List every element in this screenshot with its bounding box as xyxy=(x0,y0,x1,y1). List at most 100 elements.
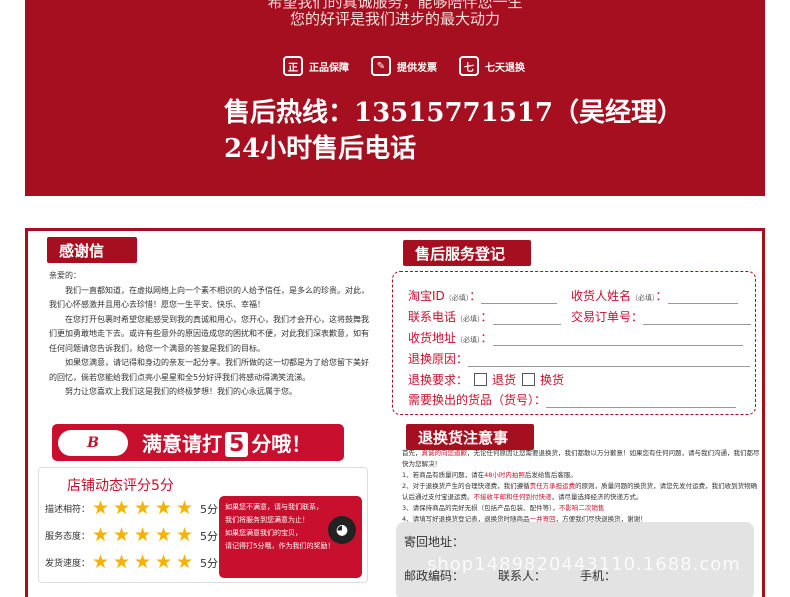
field-label: 收货人姓名 xyxy=(571,289,632,303)
notice-item: 2、对于退换货产生的合理快递费，我们遵循责任方承担运费的原则，质量问题的换货货，… xyxy=(402,481,762,503)
field-receiver-name[interactable]: 收货人姓名（必填）： xyxy=(571,287,738,304)
genuine-icon: 正 xyxy=(283,56,303,76)
field-address[interactable]: 收货地址（必填）： xyxy=(408,329,743,346)
rate-text-before: 满意请打 xyxy=(142,432,222,456)
field-order-no[interactable]: 交易订单号： xyxy=(571,308,752,325)
rate-five-banner: B 满意请打 5 分哦！ xyxy=(52,424,344,461)
star-rating: ★ ★ ★ ★ ★ xyxy=(91,526,194,545)
field-label: 联系电话 xyxy=(408,310,457,324)
notice-highlight: 不接收平邮和任何到付快递 xyxy=(473,493,552,501)
banner-slogan-2: 您的好评是我们进步的最大动力 xyxy=(289,10,500,28)
hotline-24h-text: 24小时售后电话 xyxy=(224,134,417,164)
star-icon: ★ xyxy=(112,524,131,546)
exchange-label: 换货 xyxy=(540,373,565,387)
badge-label: 提供发票 xyxy=(397,62,437,74)
after-sales-banner: 希望我们的真诚服务，能够陪伴您一生 您的好评是我们进步的最大动力 正 正品保障 … xyxy=(25,0,765,196)
notice-text: 首先， xyxy=(402,449,422,457)
rate-text-after: 分哦！ xyxy=(251,432,312,456)
field-phone[interactable]: 联系电话（必填）： xyxy=(408,308,561,325)
letter-paragraph: 在您打开包裹时希望您能感受到我的真诚和用心，您开心，我们才会开心，这将鼓舞我们更… xyxy=(49,314,369,353)
required-mark: （必填） xyxy=(631,294,656,302)
star-icon: ★ xyxy=(133,551,152,573)
star-icon: ★ xyxy=(154,524,173,546)
letter-paragraph: 如果您满意，请记得和身边的亲友一起分享。我们所做的这一切都是为了给您留下美好的回… xyxy=(49,358,369,382)
after-sales-card: 感谢信 亲爱的： 我们一直都知道，在虚拟网络上向一个素不相识的人给予信任，是多么… xyxy=(25,228,765,597)
score-value: 5分 xyxy=(200,502,218,516)
field-label: 收货地址 xyxy=(408,331,457,345)
return-notice: 首先，真诚的向您道歉，无论任何原因让您需要退换货，我们都散以万分歉意！如果您有任… xyxy=(402,448,762,525)
letter-greeting: 亲爱的： xyxy=(49,271,81,280)
star-icon: ★ xyxy=(175,497,194,519)
return-address-label: 寄回地址： xyxy=(404,535,465,549)
required-mark: （必填） xyxy=(456,336,481,344)
star-icon: ★ xyxy=(112,497,131,519)
field-goods[interactable]: 需要换出的货品（货号）： xyxy=(408,391,737,408)
notice-text: ，请尽量选择经济的快递方式。 xyxy=(551,493,643,501)
return-7day-icon: 七 xyxy=(459,56,479,76)
notice-highlight: 48小时内拍照 xyxy=(484,471,525,479)
registration-tab: 售后服务登记表 xyxy=(403,240,531,284)
exchange-checkbox[interactable] xyxy=(522,373,536,386)
field-line xyxy=(468,366,751,367)
notice-intro: 首先，真诚的向您道歉，无论任何原因让您需要退换货，我们都散以万分歉意！如果您有任… xyxy=(402,448,762,470)
letter-paragraph: 努力让您喜欢上我们这是我们的终极梦想！我们的心永远属于您。 xyxy=(65,387,297,396)
notice-item: 3、请保持商品的完好无损（包括产品包装、配件等），不影响二次销售 xyxy=(402,503,762,514)
star-icon: ★ xyxy=(175,524,194,546)
field-line xyxy=(667,303,738,304)
shop-score-title: 店铺动态评分5分 xyxy=(67,478,174,494)
star-icon: ★ xyxy=(133,497,152,519)
notice-item: 1、若商品有质量问题，请在48小时内拍照后发给售后客服。 xyxy=(402,470,762,481)
field-label: 退换原因： xyxy=(408,352,469,366)
refund-checkbox[interactable] xyxy=(474,373,488,386)
star-icon: ★ xyxy=(133,524,152,546)
service-badges: 正 正品保障 ✎ 提供发票 七 七天退换 xyxy=(283,56,525,76)
tmall-cat-icon: ◕ xyxy=(328,516,356,544)
field-request: 退换要求： 退货 换货 xyxy=(408,371,564,388)
star-icon: ★ xyxy=(154,497,173,519)
field-taobao-id[interactable]: 淘宝ID（必填）： xyxy=(408,287,558,304)
notice-highlight: 责任方承担运费 xyxy=(529,482,576,490)
star-icon: ★ xyxy=(175,551,194,573)
notice-text: 3、请保持商品的完好无损（包括产品包装、配件等）， xyxy=(402,504,559,512)
field-reason[interactable]: 退换原因： xyxy=(408,350,751,367)
field-line xyxy=(492,345,743,346)
badge-genuine: 正 正品保障 xyxy=(283,56,349,76)
score-label: 服务态度： xyxy=(45,532,91,542)
notice-text: 1、若商品有质量问题，请在 xyxy=(402,471,485,479)
score-label: 描述相符： xyxy=(45,505,91,515)
notice-text: 后发给售后客服。 xyxy=(524,471,577,479)
notice-text: 2、对于退换货产生的合理快递费，我们遵循 xyxy=(402,482,530,490)
score-row-service: 服务态度： ★ ★ ★ ★ ★ 5分 xyxy=(45,526,218,545)
required-mark: （必填） xyxy=(456,315,481,323)
score-row-description: 描述相符： ★ ★ ★ ★ ★ 5分 xyxy=(45,499,218,518)
rate-five-text: 满意请打 5 分哦！ xyxy=(142,428,311,457)
score-row-delivery: 发货速度： ★ ★ ★ ★ ★ 5分 xyxy=(45,553,218,572)
score-value: 5分 xyxy=(200,556,218,570)
field-line xyxy=(492,324,561,325)
letter-paragraph: 我们一直都知道，在虚拟网络上向一个素不相识的人给予信任，是多么的珍贵。对此，我们… xyxy=(49,285,369,310)
field-line xyxy=(481,303,558,304)
refund-label: 退货 xyxy=(492,373,517,387)
brand-logo: B xyxy=(58,429,128,456)
rate-big-number: 5 xyxy=(225,432,249,457)
badge-return: 七 七天退换 xyxy=(459,56,525,76)
thanks-letter: 亲爱的： 我们一直都知道，在虚拟网络上向一个素不相识的人给予信任，是多么的珍贵。… xyxy=(49,269,369,400)
star-icon: ★ xyxy=(91,497,110,519)
star-rating: ★ ★ ★ ★ ★ xyxy=(91,553,194,572)
thanks-letter-tab: 感谢信 xyxy=(47,237,137,263)
notice-highlight: 真诚的向您道歉 xyxy=(421,449,468,457)
shop-url-watermark: shop1489820443110.1688.com xyxy=(427,554,741,575)
rating-promo-card: 如果您不满意，请与我们联系， 我们将服务到您满意为止！ 如果您满意我们的宝贝， … xyxy=(219,496,362,578)
hotline-text: 售后热线：13515771517（吴经理） xyxy=(224,98,683,128)
star-icon: ★ xyxy=(91,524,110,546)
score-value: 5分 xyxy=(200,529,218,543)
field-label: 需要换出的货品（货号）： xyxy=(408,393,547,407)
field-line xyxy=(643,324,752,325)
badge-invoice: ✎ 提供发票 xyxy=(371,56,437,76)
badge-label: 七天退换 xyxy=(485,62,525,74)
field-label: 交易订单号 xyxy=(571,310,632,324)
notice-highlight: 不影响二次销售 xyxy=(558,504,605,512)
promo-line: 如果您不满意，请与我们联系， xyxy=(225,503,323,511)
score-label: 发货速度： xyxy=(45,559,91,569)
badge-label: 正品保障 xyxy=(309,62,349,74)
